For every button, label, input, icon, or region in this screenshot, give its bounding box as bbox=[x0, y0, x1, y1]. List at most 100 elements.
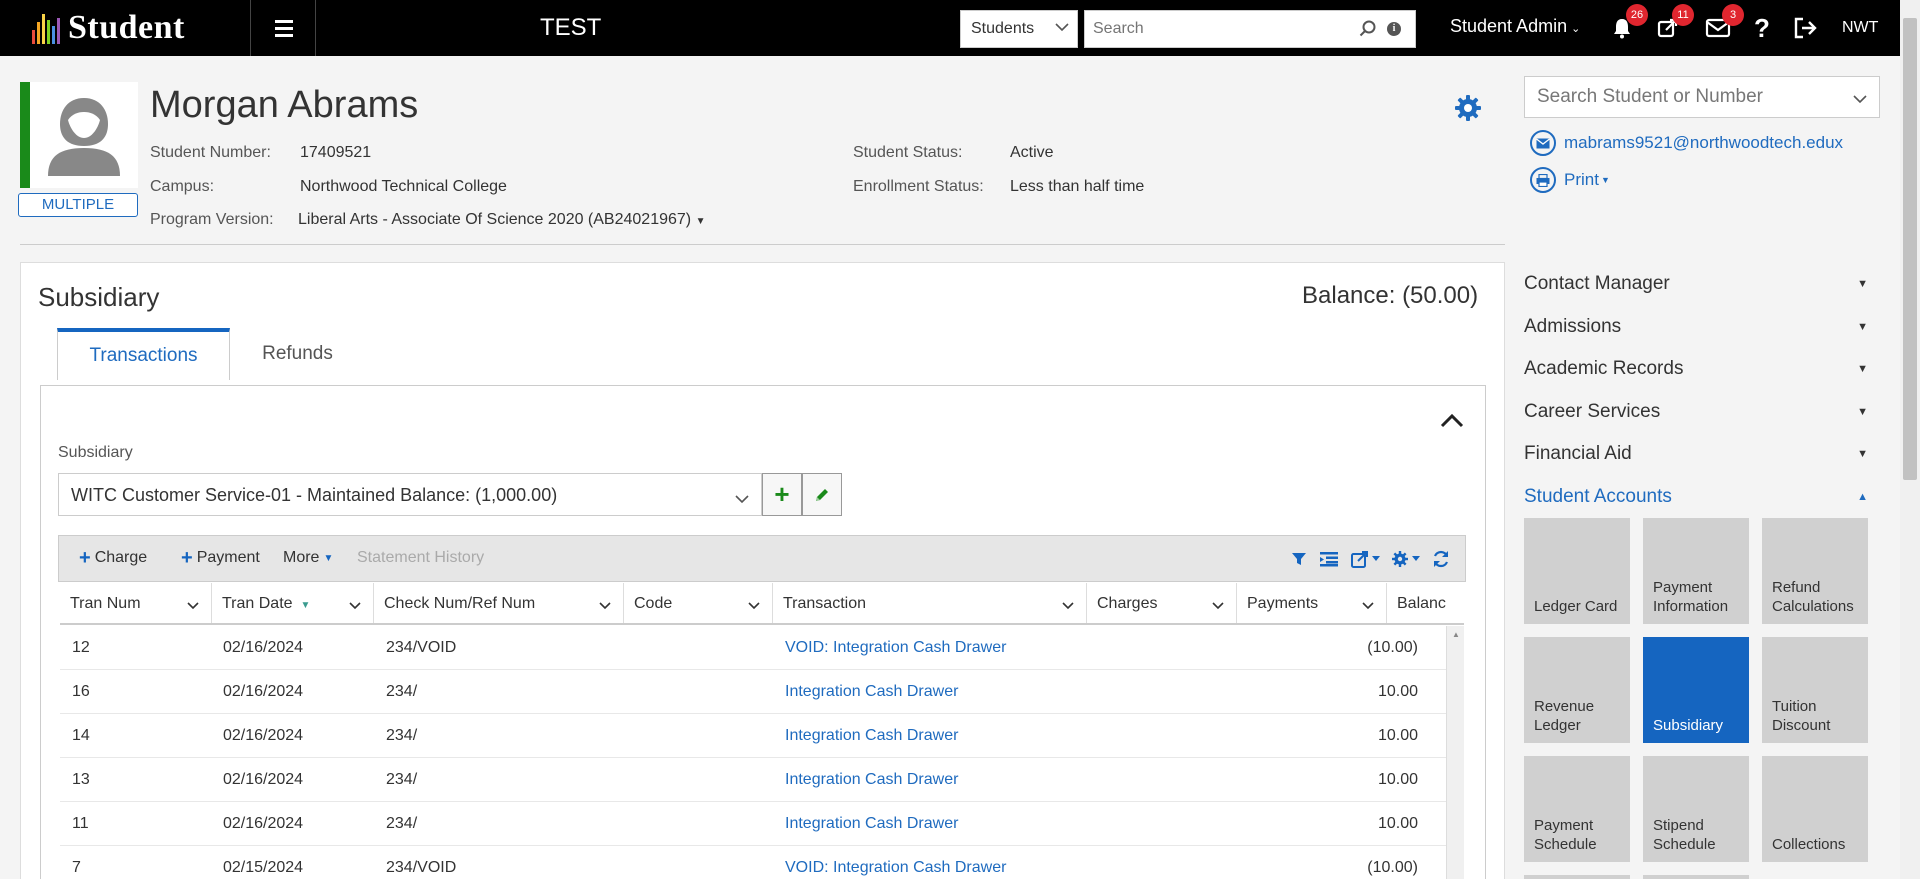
table-row[interactable]: 16 02/16/2024 234/ Integration Cash Draw… bbox=[60, 670, 1446, 714]
page-vertical-scrollbar[interactable] bbox=[1900, 0, 1920, 879]
top-navigation-bar: Student TEST Students i Student Admin⌄ 2… bbox=[0, 0, 1920, 56]
filter-icon[interactable] bbox=[1287, 548, 1311, 570]
add-subsidiary-button[interactable]: + bbox=[762, 473, 802, 516]
cell-payments: (10.00) bbox=[1367, 639, 1418, 656]
settings-gear-icon[interactable] bbox=[1454, 94, 1482, 122]
menu-career-services[interactable]: Career Services ▼ bbox=[1524, 396, 1880, 428]
cell-transaction-link[interactable]: Integration Cash Drawer bbox=[785, 771, 958, 789]
email-link[interactable]: mabrams9521@northwoodtech.edux bbox=[1530, 130, 1843, 156]
menu-admissions[interactable]: Admissions ▼ bbox=[1524, 311, 1880, 343]
table-row[interactable]: 14 02/16/2024 234/ Integration Cash Draw… bbox=[60, 714, 1446, 758]
multiple-badge[interactable]: MULTIPLE bbox=[18, 193, 138, 217]
collapse-chevron-up-icon[interactable] bbox=[1438, 410, 1466, 434]
hamburger-menu-icon[interactable] bbox=[252, 0, 316, 56]
tile-collections[interactable]: Collections bbox=[1762, 756, 1868, 862]
cell-tran-num: 13 bbox=[72, 771, 90, 788]
group-list-icon[interactable] bbox=[1317, 548, 1341, 570]
tile-revenue-ledger[interactable]: Revenue Ledger bbox=[1524, 637, 1630, 743]
logout-icon[interactable] bbox=[1792, 14, 1820, 42]
column-header-tran-num[interactable]: Tran Num bbox=[60, 583, 212, 623]
table-row[interactable]: 7 02/15/2024 234/VOID VOID: Integration … bbox=[60, 846, 1446, 879]
help-icon[interactable]: ? bbox=[1748, 13, 1776, 43]
subsidiary-select[interactable]: WITC Customer Service-01 - Maintained Ba… bbox=[58, 473, 762, 516]
payment-label: Payment bbox=[196, 549, 260, 566]
chevron-down-icon bbox=[748, 597, 760, 615]
column-header-balance[interactable]: Balanc bbox=[1387, 583, 1464, 623]
page-scrollbar-thumb[interactable] bbox=[1903, 18, 1917, 480]
cell-transaction-link[interactable]: Integration Cash Drawer bbox=[785, 727, 958, 745]
tile-partial[interactable] bbox=[1524, 875, 1630, 879]
app-logo[interactable]: Student bbox=[32, 8, 185, 48]
charge-label: Charge bbox=[94, 549, 148, 566]
charge-button[interactable]: + Charge bbox=[79, 548, 148, 568]
chevron-down-icon bbox=[187, 597, 199, 615]
column-header-transaction[interactable]: Transaction bbox=[773, 583, 1087, 623]
messages-envelope-icon[interactable]: 3 bbox=[1704, 4, 1744, 42]
print-menu[interactable]: Print ▼ bbox=[1530, 167, 1610, 193]
cell-payments: 10.00 bbox=[1377, 683, 1418, 700]
tile-partial[interactable] bbox=[1643, 875, 1749, 879]
refresh-icon[interactable] bbox=[1429, 548, 1453, 570]
student-search-select[interactable]: Search Student or Number bbox=[1524, 76, 1880, 118]
grid-vertical-scrollbar[interactable]: ▲ bbox=[1446, 626, 1464, 879]
cell-payments: 10.00 bbox=[1377, 727, 1418, 744]
menu-academic-records[interactable]: Academic Records ▼ bbox=[1524, 353, 1880, 385]
menu-contact-manager[interactable]: Contact Manager ▼ bbox=[1524, 268, 1880, 300]
caret-down-icon: ▼ bbox=[695, 216, 706, 227]
search-icon[interactable] bbox=[1359, 20, 1377, 43]
program-version-label: Program Version: bbox=[150, 211, 274, 228]
column-header-tran-date[interactable]: Tran Date ▼ bbox=[212, 583, 374, 623]
tile-subsidiary[interactable]: Subsidiary bbox=[1643, 637, 1749, 743]
org-code[interactable]: NWT bbox=[1842, 19, 1878, 37]
cell-tran-num: 11 bbox=[72, 815, 89, 832]
cell-transaction-link[interactable]: Integration Cash Drawer bbox=[785, 815, 958, 833]
cell-transaction-link[interactable]: Integration Cash Drawer bbox=[785, 683, 958, 701]
caret-down-icon: ▼ bbox=[323, 552, 334, 564]
table-row[interactable]: 12 02/16/2024 234/VOID VOID: Integration… bbox=[60, 626, 1446, 670]
table-row[interactable]: 11 02/16/2024 234/ Integration Cash Draw… bbox=[60, 802, 1446, 846]
statement-history-button[interactable]: Statement History bbox=[357, 549, 484, 567]
tile-tuition-discount[interactable]: Tuition Discount bbox=[1762, 637, 1868, 743]
enrollment-status-label: Enrollment Status: bbox=[853, 178, 984, 195]
tab-refunds[interactable]: Refunds bbox=[240, 328, 355, 380]
column-header-code[interactable]: Code bbox=[624, 583, 773, 623]
pencil-icon bbox=[816, 488, 828, 501]
edit-subsidiary-button[interactable] bbox=[802, 473, 842, 516]
balance-value: Balance: (50.00) bbox=[1302, 282, 1479, 309]
global-search-input[interactable] bbox=[1085, 11, 1345, 47]
search-scope-select[interactable]: Students bbox=[960, 10, 1078, 48]
menu-student-accounts[interactable]: Student Accounts ▲ bbox=[1524, 481, 1880, 513]
tile-refund-calculations[interactable]: Refund Calculations bbox=[1762, 518, 1868, 624]
tile-payment-schedule[interactable]: Payment Schedule bbox=[1524, 756, 1630, 862]
tab-transactions[interactable]: Transactions bbox=[57, 328, 230, 380]
menu-financial-aid[interactable]: Financial Aid ▼ bbox=[1524, 438, 1880, 470]
column-header-charges[interactable]: Charges bbox=[1087, 583, 1237, 623]
column-header-check-num[interactable]: Check Num/Ref Num bbox=[374, 583, 624, 623]
tasks-external-icon[interactable]: 11 bbox=[1654, 4, 1694, 42]
column-header-payments[interactable]: Payments bbox=[1237, 583, 1387, 623]
notifications-bell-icon[interactable]: 26 bbox=[1608, 4, 1648, 42]
user-menu[interactable]: Student Admin ⌄ bbox=[1450, 16, 1580, 37]
cell-transaction-link[interactable]: VOID: Integration Cash Drawer bbox=[785, 859, 1006, 877]
tile-ledger-card[interactable]: Ledger Card bbox=[1524, 518, 1630, 624]
table-row[interactable]: 13 02/16/2024 234/ Integration Cash Draw… bbox=[60, 758, 1446, 802]
info-icon[interactable]: i bbox=[1387, 22, 1401, 36]
program-version-select[interactable]: Liberal Arts - Associate Of Science 2020… bbox=[298, 211, 705, 229]
export-icon[interactable] bbox=[1349, 548, 1383, 570]
cell-transaction-link[interactable]: VOID: Integration Cash Drawer bbox=[785, 639, 1006, 657]
menu-item-label: Financial Aid bbox=[1524, 443, 1632, 464]
payment-button[interactable]: + Payment bbox=[181, 548, 260, 568]
tile-payment-information[interactable]: Payment Information bbox=[1643, 518, 1749, 624]
environment-title: TEST bbox=[540, 14, 602, 41]
scroll-up-arrow-icon[interactable]: ▲ bbox=[1452, 630, 1460, 639]
notifications-badge: 26 bbox=[1626, 4, 1648, 26]
grid-settings-gear-icon[interactable] bbox=[1389, 548, 1423, 570]
tile-stipend-schedule[interactable]: Stipend Schedule bbox=[1643, 756, 1749, 862]
avatar[interactable] bbox=[30, 82, 138, 188]
cell-check-ref: 234/VOID bbox=[386, 859, 457, 876]
cell-check-ref: 234/ bbox=[386, 727, 418, 744]
more-menu-button[interactable]: More ▼ bbox=[283, 549, 333, 567]
chevron-down-icon bbox=[735, 488, 749, 509]
column-label: Tran Num bbox=[70, 595, 141, 612]
logo-text: Student bbox=[68, 9, 185, 46]
